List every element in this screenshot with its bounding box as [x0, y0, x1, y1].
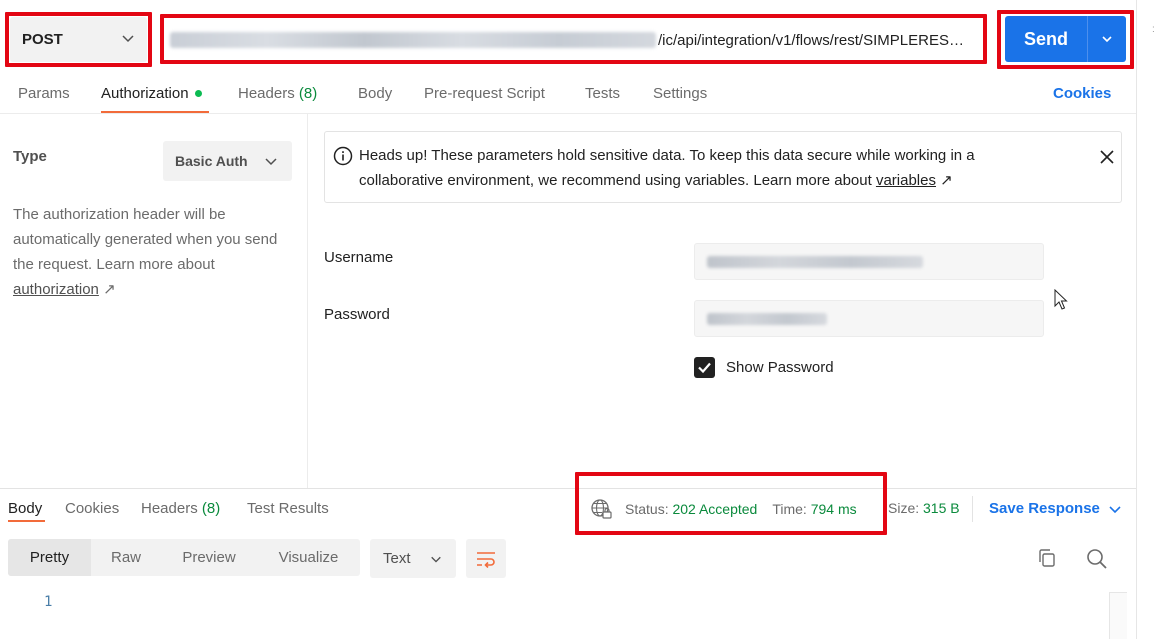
tab-tests[interactable]: Tests — [585, 85, 620, 102]
line-number: 1 — [44, 594, 53, 610]
size-value: 315 B — [923, 500, 960, 516]
response-tab-headers[interactable]: Headers (8) — [141, 500, 220, 517]
response-active-tab-indicator — [8, 520, 45, 522]
tab-headers-label: Headers — [238, 85, 295, 102]
chevron-down-icon — [265, 158, 277, 166]
show-password-label[interactable]: Show Password — [726, 359, 834, 376]
variables-link[interactable]: variables — [876, 172, 936, 189]
info-icon — [333, 146, 353, 166]
sensitive-data-banner: Heads up! These parameters hold sensitiv… — [324, 131, 1122, 203]
chevron-down-icon — [431, 556, 441, 563]
banner-text: Heads up! These parameters hold sensitiv… — [359, 143, 1049, 193]
active-dot-icon — [194, 89, 202, 97]
view-mode-preview[interactable]: Preview — [161, 539, 257, 576]
status-save-divider — [972, 496, 973, 522]
size-label: Size: — [888, 500, 920, 516]
response-tab-headers-label: Headers — [141, 500, 198, 517]
save-response-button[interactable]: Save Response — [989, 500, 1122, 517]
response-tab-body[interactable]: Body — [8, 500, 42, 517]
checkmark-icon — [698, 362, 711, 374]
tab-headers[interactable]: Headers (8) — [238, 85, 317, 102]
send-highlight — [997, 10, 1134, 69]
response-tab-headers-count: (8) — [201, 500, 221, 517]
password-redacted-value — [707, 312, 827, 325]
auth-type-label: Type — [13, 148, 47, 165]
mouse-cursor-icon — [1054, 289, 1068, 310]
tab-authorization-label: Authorization — [101, 85, 189, 102]
response-size[interactable]: Size: 315 B — [888, 500, 960, 516]
password-label: Password — [324, 306, 390, 323]
password-field[interactable] — [694, 300, 1044, 337]
auth-type-value: Basic Auth — [175, 153, 248, 169]
tab-prerequest-script[interactable]: Pre-request Script — [424, 85, 545, 102]
chevron-down-icon — [1109, 505, 1121, 513]
authorization-link[interactable]: authorization — [13, 281, 99, 298]
username-redacted-value — [707, 255, 923, 268]
editor-scrollbar[interactable] — [1109, 592, 1127, 639]
edge-fragment: : — [1152, 24, 1155, 35]
body-format-select[interactable]: Text — [370, 539, 456, 578]
username-label: Username — [324, 249, 394, 266]
external-link-icon: ↗ — [103, 281, 116, 298]
save-response-label: Save Response — [989, 500, 1100, 517]
wrap-lines-button[interactable] — [466, 539, 506, 578]
response-tab-test-results[interactable]: Test Results — [247, 500, 329, 517]
copy-icon[interactable] — [1037, 548, 1057, 568]
wrap-lines-icon — [477, 551, 495, 568]
view-mode-raw[interactable]: Raw — [91, 539, 161, 576]
url-highlight — [160, 14, 987, 64]
method-highlight — [5, 12, 152, 67]
search-icon[interactable] — [1086, 548, 1108, 570]
view-mode-visualize[interactable]: Visualize — [257, 539, 360, 576]
auth-type-select[interactable]: Basic Auth — [163, 141, 292, 181]
right-panel-border — [1136, 0, 1137, 639]
response-divider — [0, 488, 1136, 489]
close-icon[interactable] — [1099, 149, 1115, 165]
status-highlight — [575, 472, 887, 535]
tab-settings[interactable]: Settings — [653, 85, 707, 102]
auth-description: The authorization header will be automat… — [13, 202, 293, 302]
show-password-checkbox[interactable] — [694, 357, 715, 378]
external-link-icon: ↗ — [940, 172, 953, 189]
body-format-value: Text — [383, 550, 411, 567]
auth-description-text: The authorization header will be automat… — [13, 206, 278, 273]
cookies-link[interactable]: Cookies — [1053, 85, 1111, 102]
username-field[interactable] — [694, 243, 1044, 280]
response-tab-cookies[interactable]: Cookies — [65, 500, 119, 517]
tabs-divider — [0, 113, 1136, 114]
view-mode-pretty[interactable]: Pretty — [8, 539, 91, 576]
tab-headers-count: (8) — [298, 85, 318, 102]
body-view-mode-group: Pretty Raw Preview Visualize — [8, 539, 360, 576]
tab-body[interactable]: Body — [358, 85, 392, 102]
tab-params[interactable]: Params — [18, 85, 70, 102]
tab-authorization[interactable]: Authorization — [101, 85, 202, 102]
auth-panel-divider — [307, 114, 308, 488]
